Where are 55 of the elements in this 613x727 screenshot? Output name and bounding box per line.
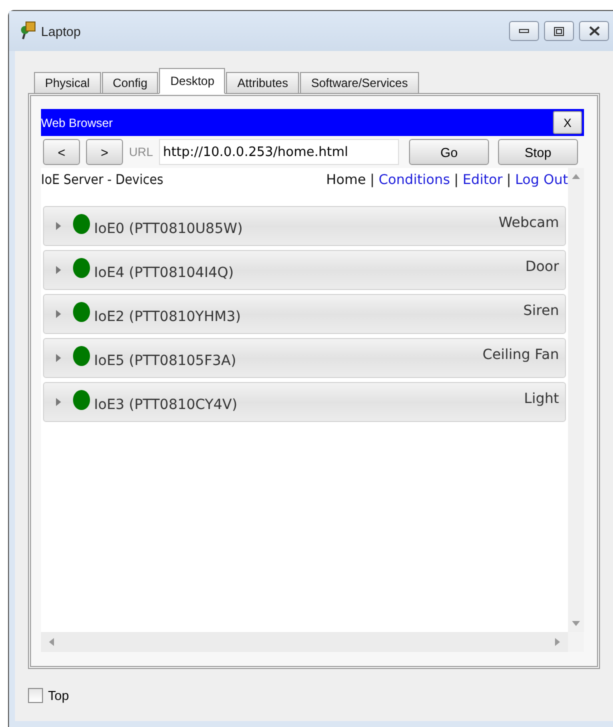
scroll-left-icon[interactable] [49,638,54,646]
page-heading: IoE Server - Devices [41,172,164,188]
checkbox-label: Top [48,688,69,702]
device-row[interactable]: IoE4 (PTT08104I4Q) Door [43,250,566,290]
nav-link[interactable]: Home [326,172,366,188]
laptop-app-icon [19,21,37,41]
nav-separator: | [506,172,512,188]
go-button[interactable]: Go [409,139,490,165]
scroll-up-icon[interactable] [572,174,580,179]
tab[interactable]: Software/Services [300,72,419,94]
device-name: IoE2 (PTT0810YHM3) [94,309,242,325]
device-name: IoE0 (PTT0810U85W) [94,221,244,237]
tab[interactable]: Attributes [226,72,300,94]
device-type: Webcam [498,215,559,231]
device-row[interactable]: IoE2 (PTT0810YHM3) Siren [43,294,566,334]
tab[interactable]: Config [102,72,158,94]
device-name: IoE3 (PTT0810CY4V) [94,397,238,413]
minimize-icon [519,28,529,34]
device-row[interactable]: IoE5 (PTT08105F3A) Ceiling Fan [43,338,566,378]
expand-caret-icon[interactable] [56,310,61,318]
expand-caret-icon[interactable] [56,266,61,274]
browser-close-button[interactable]: X [553,111,582,134]
url-label: URL [129,145,154,159]
nav-separator: | [454,172,459,188]
maximize-button[interactable] [544,21,574,41]
scroll-down-icon[interactable] [572,621,580,626]
nav-link[interactable]: Log Out [515,172,568,188]
close-button[interactable] [579,21,609,41]
device-name: IoE4 (PTT08104I4Q) [94,265,235,281]
url-field[interactable]: http://10.0.0.253/home.html [159,139,400,165]
device-type: Light [524,391,559,407]
scroll-right-icon[interactable] [555,638,560,646]
minimize-button[interactable] [509,21,539,41]
back-button[interactable]: < [43,139,80,165]
maximize-icon [554,26,564,36]
browser-title: Web Browser [41,116,113,130]
window-title: Laptop [41,24,82,38]
nav-link[interactable]: Editor [462,172,503,188]
device-type: Door [525,259,559,275]
tab[interactable]: Desktop [159,68,226,94]
device-row[interactable]: IoE0 (PTT0810U85W) Webcam [43,206,566,246]
nav-link[interactable]: Conditions [378,172,450,188]
close-icon [588,26,600,36]
device-row[interactable]: IoE3 (PTT0810CY4V) Light [43,382,566,422]
device-type: Siren [523,303,559,319]
stop-button[interactable]: Stop [498,139,578,165]
top-checkbox[interactable] [28,688,43,702]
tab[interactable]: Physical [34,72,101,94]
expand-caret-icon[interactable] [56,222,61,230]
device-type: Ceiling Fan [482,347,559,363]
nav-separator: | [370,172,375,188]
expand-caret-icon[interactable] [56,354,61,362]
device-name: IoE5 (PTT08105F3A) [94,353,238,369]
forward-button[interactable]: > [86,139,123,165]
expand-caret-icon[interactable] [56,398,61,406]
